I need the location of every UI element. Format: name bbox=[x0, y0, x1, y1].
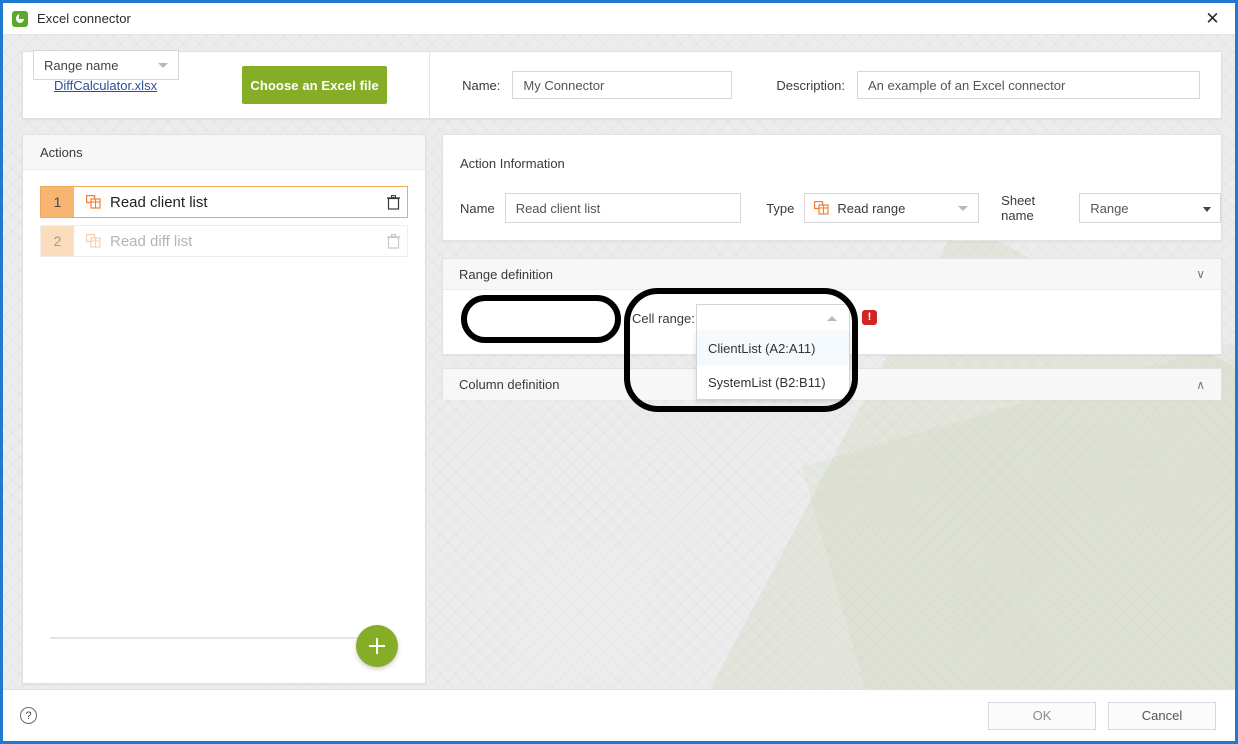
chevron-down-icon bbox=[158, 63, 168, 68]
action-list-item-2[interactable]: 2 Read diff list bbox=[40, 225, 408, 257]
title-bar: Excel connector ✕ bbox=[3, 3, 1235, 35]
sheet-name-label: Sheet name bbox=[1001, 193, 1069, 223]
add-action-button[interactable] bbox=[356, 625, 398, 667]
action-information-row: Name Type Read range Sheet name Range bbox=[460, 193, 1221, 223]
chevron-up-icon bbox=[827, 316, 837, 321]
action-item-label: Read diff list bbox=[110, 233, 379, 250]
action-index-badge: 1 bbox=[41, 187, 74, 217]
connector-description-label: Description: bbox=[776, 78, 845, 93]
cell-range-option-clientlist[interactable]: ClientList (A2:A11) bbox=[697, 331, 849, 365]
action-index-badge: 2 bbox=[41, 226, 74, 256]
range-type-dropdown[interactable]: Range name bbox=[33, 50, 179, 80]
action-type-value: Read range bbox=[837, 201, 905, 216]
actions-panel-header: Actions bbox=[23, 135, 425, 170]
trash-icon[interactable] bbox=[379, 226, 407, 256]
connector-header-card: DiffCalculator.xlsx Choose an Excel file… bbox=[22, 51, 1222, 119]
action-name-input[interactable] bbox=[505, 193, 742, 223]
range-type-value: Range name bbox=[44, 58, 118, 73]
range-definition-header[interactable]: Range definition ∨ bbox=[443, 259, 1221, 290]
action-type-dropdown[interactable]: Read range bbox=[804, 193, 979, 223]
chevron-up-icon[interactable]: ∧ bbox=[1196, 379, 1205, 391]
action-name-label: Name bbox=[460, 201, 495, 216]
help-icon[interactable]: ? bbox=[20, 707, 37, 724]
excel-connector-dialog: Excel connector ✕ DiffCalculator.xlsx Ch… bbox=[0, 0, 1238, 744]
cell-range-label: Cell range: bbox=[632, 311, 695, 326]
cell-range-dropdown[interactable] bbox=[696, 304, 850, 331]
chevron-down-icon bbox=[958, 206, 968, 211]
action-item-label: Read client list bbox=[110, 194, 379, 211]
column-definition-title: Column definition bbox=[459, 377, 559, 392]
sheet-name-dropdown[interactable]: Range bbox=[1079, 193, 1221, 223]
trash-icon[interactable] bbox=[379, 187, 407, 217]
actions-panel: Actions 1 Read client list bbox=[22, 134, 426, 684]
sheet-name-value: Range bbox=[1090, 201, 1128, 216]
choose-excel-file-button[interactable]: Choose an Excel file bbox=[242, 66, 387, 104]
connector-name-input[interactable] bbox=[512, 71, 732, 99]
window-title: Excel connector bbox=[37, 11, 131, 26]
error-badge: ! bbox=[862, 310, 877, 325]
ok-button[interactable]: OK bbox=[988, 702, 1096, 730]
action-information-title: Action Information bbox=[460, 156, 565, 171]
cancel-button[interactable]: Cancel bbox=[1108, 702, 1216, 730]
read-range-icon bbox=[814, 201, 829, 215]
header-divider bbox=[429, 52, 430, 119]
actions-list: 1 Read client list bbox=[23, 170, 425, 257]
chevron-down-icon bbox=[1203, 207, 1211, 212]
read-range-icon bbox=[86, 234, 101, 248]
cell-range-option-list: ClientList (A2:A11) SystemList (B2:B11) bbox=[696, 331, 850, 400]
range-definition-title: Range definition bbox=[459, 267, 553, 282]
chevron-down-icon[interactable]: ∨ bbox=[1196, 268, 1205, 280]
cell-range-option-systemlist[interactable]: SystemList (B2:B11) bbox=[697, 365, 849, 399]
excel-connector-icon bbox=[12, 11, 28, 27]
dialog-footer: ? OK Cancel bbox=[3, 689, 1235, 741]
plus-icon bbox=[368, 637, 386, 655]
action-information-card: Action Information Name Type Read range … bbox=[442, 134, 1222, 241]
actions-panel-title: Actions bbox=[40, 145, 83, 160]
connector-description-input[interactable] bbox=[857, 71, 1200, 99]
action-type-label: Type bbox=[766, 201, 794, 216]
connector-name-label: Name: bbox=[462, 78, 500, 93]
read-range-icon bbox=[86, 195, 101, 209]
actions-list-divider bbox=[50, 637, 370, 639]
close-icon[interactable]: ✕ bbox=[1190, 3, 1235, 34]
action-list-item-1[interactable]: 1 Read client list bbox=[40, 186, 408, 218]
